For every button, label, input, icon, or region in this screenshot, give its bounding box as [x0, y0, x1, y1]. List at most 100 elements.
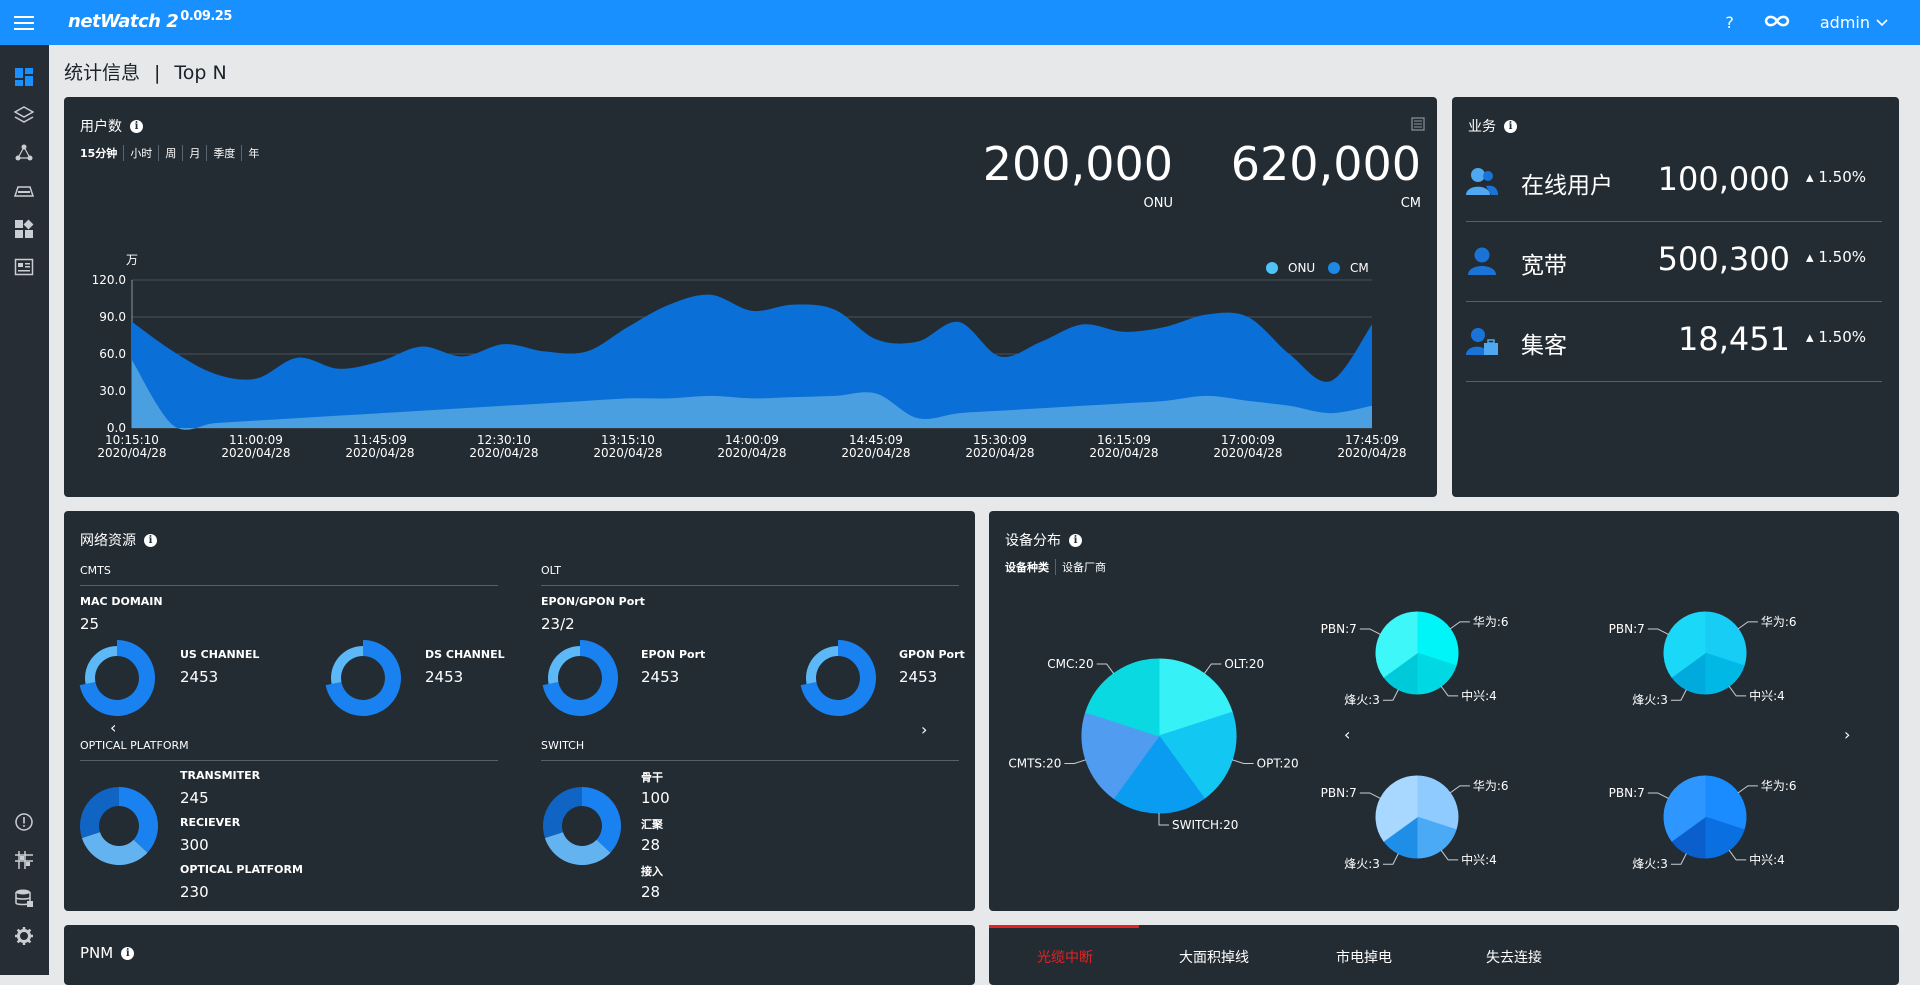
reciever-value: 300: [180, 836, 209, 854]
carousel-next-icon[interactable]: ›: [921, 720, 927, 739]
section-divider: [80, 585, 498, 586]
x-tick-time: 17:00:09: [1221, 433, 1275, 447]
x-tick-time: 12:30:10: [477, 433, 531, 447]
gpon-port-value: 2453: [899, 668, 938, 686]
info-icon[interactable]: i: [144, 533, 157, 547]
help-icon[interactable]: ?: [1725, 13, 1734, 32]
top-bar: netWatch 2 0.09.25 ? admin: [0, 0, 1920, 45]
aggregation-label: 汇聚: [641, 818, 663, 831]
legend-cm-label: CM: [1350, 261, 1369, 275]
app-version: 0.09.25: [180, 9, 232, 24]
vendor-pie-slice-label: 中兴:4: [1749, 852, 1785, 867]
x-tick-date: 2020/04/28: [593, 446, 662, 460]
optical-platform-value: 230: [180, 883, 209, 901]
carousel-next-icon[interactable]: ›: [1844, 725, 1850, 744]
vendor-pie-leader-line: [1440, 849, 1459, 861]
donut-free-segment: [331, 646, 363, 684]
vendor-pie-leader-line: [1670, 853, 1687, 865]
vendor-pie-slice-label: 烽火:3: [1632, 693, 1668, 707]
tab-lost-connection[interactable]: 失去连接: [1486, 947, 1542, 967]
enterprise-user-icon: [1466, 328, 1498, 355]
x-tick-time: 11:45:09: [353, 433, 407, 447]
info-icon[interactable]: i: [121, 946, 135, 960]
device-icon[interactable]: [14, 181, 34, 201]
business-pct: 1.50%: [1818, 328, 1866, 346]
network-grid-icon[interactable]: [14, 850, 34, 870]
vendor-pie-leader-line: [1359, 628, 1381, 635]
vendor-pie-leader-line: [1449, 621, 1470, 630]
vendor-pie-slice-label: PBN:7: [1321, 786, 1357, 800]
transmiter-label: TRANSMITER: [180, 769, 261, 782]
apps-icon[interactable]: [14, 219, 34, 239]
device-pie-charts: OLT:20 OPT:20 SWITCH:20 CMTS:20 CMC:20 华为:6 中兴…: [1008, 611, 1797, 871]
backbone-value: 100: [641, 789, 670, 807]
optical-platform-label: OPTICAL PLATFORM: [180, 863, 303, 876]
x-tick-date: 2020/04/28: [469, 446, 538, 460]
device-type-pie-leader-line: [1158, 813, 1169, 826]
vendor-pie-slice-label: 烽火:3: [1344, 857, 1380, 871]
vendor-pie-leader-line: [1382, 853, 1399, 865]
y-tick-label: 30.0: [99, 384, 126, 398]
carousel-prev-icon[interactable]: ‹: [110, 718, 116, 737]
pnm-panel-title: PNM i: [80, 944, 135, 962]
vendor-pie-leader-line: [1359, 792, 1381, 799]
report-icon[interactable]: [14, 257, 34, 277]
alert-icon[interactable]: [14, 812, 34, 832]
app-logo[interactable]: netWatch 2 0.09.25: [68, 9, 232, 32]
device-type-pie-leader-line: [1203, 663, 1222, 674]
network-panel-title: 网络资源 i: [80, 530, 157, 550]
user-menu[interactable]: admin: [1820, 13, 1888, 32]
x-tick-date: 2020/04/28: [1089, 446, 1158, 460]
pnm-panel: PNM i: [64, 925, 975, 985]
sidebar: [0, 45, 49, 975]
device-type-pie-slice-label: OLT:20: [1224, 657, 1264, 671]
users-icon: [1466, 168, 1498, 195]
business-row-broadband[interactable]: 宽带 500,300 ▴ 1.50%: [1466, 222, 1882, 302]
network-resources-panel: 网络资源 i CMTS MAC DOMAIN 25 US CHANNEL 2453…: [64, 511, 975, 911]
business-name: 集客: [1521, 333, 1567, 359]
epon-port-label: EPON Port: [641, 648, 706, 661]
database-icon[interactable]: [14, 888, 34, 908]
carousel-prev-icon[interactable]: ‹: [1344, 725, 1350, 744]
vendor-pie-leader-line: [1737, 621, 1758, 630]
tab-power-outage[interactable]: 市电掉电: [1336, 947, 1392, 967]
breadcrumb-section[interactable]: 统计信息: [64, 62, 140, 84]
layers-icon[interactable]: [14, 105, 34, 125]
x-tick-date: 2020/04/28: [345, 446, 414, 460]
settings-gear-icon[interactable]: [14, 926, 34, 946]
access-label: 接入: [641, 865, 663, 878]
donut-segment: [582, 787, 621, 853]
vendor-pie-slice-label: 烽火:3: [1632, 857, 1668, 871]
infinity-icon[interactable]: [1762, 13, 1792, 32]
section-divider: [80, 760, 498, 761]
vendor-pie-leader-line: [1440, 685, 1459, 697]
business-row-enterprise[interactable]: 集客 18,451 ▴ 1.50%: [1466, 302, 1882, 382]
epon-port-value: 2453: [641, 668, 680, 686]
mac-domain-value: 25: [80, 615, 100, 633]
network-title-text: 网络资源: [80, 533, 136, 549]
section-divider: [541, 585, 959, 586]
active-tab-indicator: [989, 925, 1139, 928]
vendor-pie-slice-label: 中兴:4: [1461, 688, 1497, 703]
aggregation-value: 28: [641, 836, 661, 854]
x-tick-date: 2020/04/28: [221, 446, 290, 460]
topology-icon[interactable]: [14, 143, 34, 163]
vendor-pie-leader-line: [1737, 785, 1758, 794]
legend-onu-marker: [1266, 262, 1278, 274]
x-tick-date: 2020/04/28: [841, 446, 910, 460]
epon-port-donut: [542, 640, 618, 716]
tab-mass-offline[interactable]: 大面积掉线: [1179, 947, 1249, 967]
x-tick-date: 2020/04/28: [97, 446, 166, 460]
tab-fiber-cut[interactable]: 光缆中断: [1037, 947, 1093, 967]
info-icon[interactable]: i: [1504, 119, 1517, 133]
business-row-online[interactable]: 在线用户 100,000 ▴ 1.50%: [1466, 142, 1882, 222]
optical-platform-donut: [80, 787, 158, 865]
hamburger-menu-icon[interactable]: [0, 0, 48, 45]
x-tick-time: 14:00:09: [725, 433, 779, 447]
vendor-pie-leader-line: [1647, 628, 1669, 635]
x-tick-time: 14:45:09: [849, 433, 903, 447]
vendor-pie-slice-label: 华为:6: [1473, 615, 1509, 629]
dashboard-icon[interactable]: [14, 67, 34, 87]
business-panel-title: 业务 i: [1468, 116, 1517, 136]
x-tick-time: 10:15:10: [105, 433, 159, 447]
